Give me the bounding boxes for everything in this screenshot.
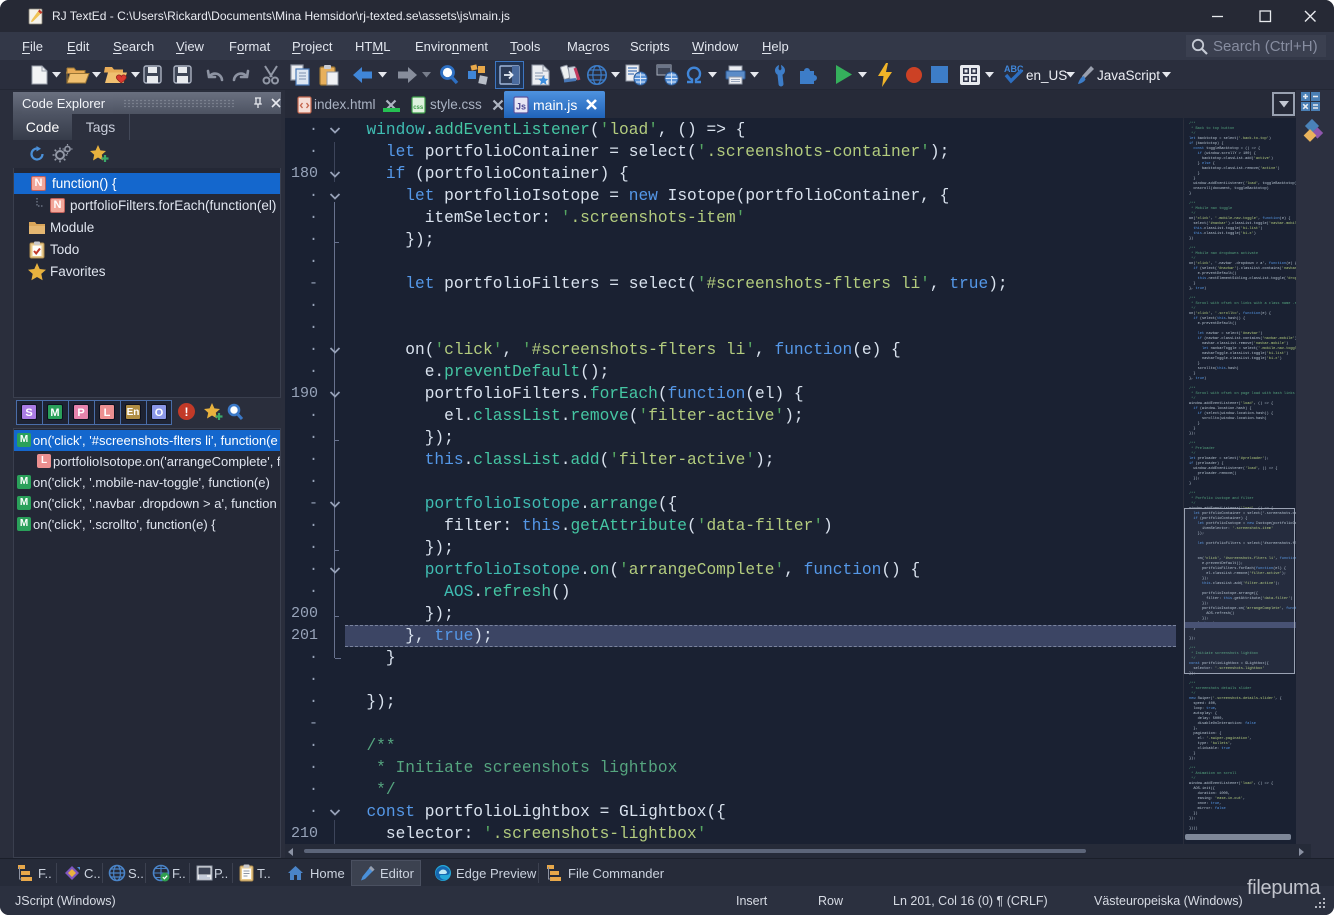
- svg-text:Js: Js: [516, 102, 526, 112]
- svg-text:css: css: [413, 105, 424, 111]
